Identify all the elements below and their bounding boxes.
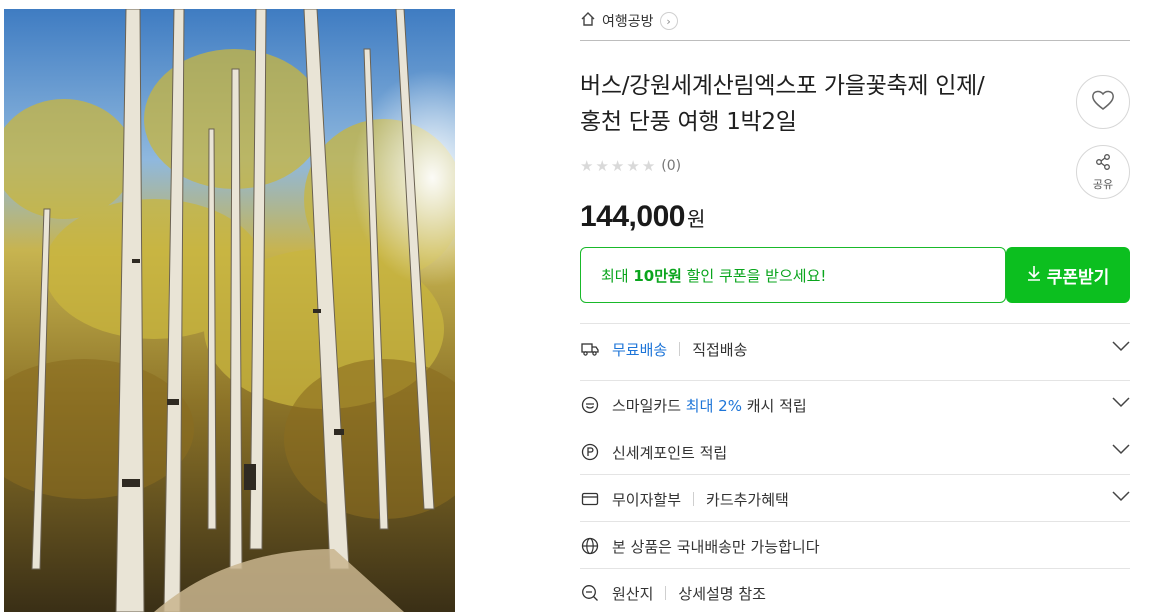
home-icon (580, 11, 596, 31)
globe-icon (580, 536, 600, 556)
price-value: 144,000 (580, 200, 685, 233)
download-icon (1027, 265, 1041, 286)
divider (580, 40, 1130, 41)
product-image[interactable] (4, 9, 455, 612)
share-button[interactable]: 공유 (1076, 145, 1130, 199)
divider (580, 380, 1130, 381)
star-icon: ★ (626, 156, 640, 175)
product-info-panel: 여행공방 › 버스/강원세계산림엑스포 가을꽃축제 인제/ 홍천 단풍 여행 1… (580, 0, 1130, 612)
price-unit: 원 (686, 207, 706, 231)
divider (580, 323, 1130, 324)
chevron-down-icon[interactable] (1112, 338, 1130, 356)
smilecard-row[interactable]: 스마일카드 최대 2% 캐시 적립 (580, 382, 1130, 428)
breadcrumb-label[interactable]: 여행공방 (602, 11, 654, 31)
rating[interactable]: ★ ★ ★ ★ ★ (0) (580, 156, 681, 176)
truck-icon (580, 339, 600, 359)
share-icon (1094, 153, 1112, 175)
like-button[interactable] (1076, 75, 1130, 129)
installment-row[interactable]: 무이자할부 카드추가혜택 (580, 476, 1130, 522)
star-icon: ★ (610, 156, 625, 175)
coupon-banner: 최대 10만원 할인 쿠폰을 받으세요! (580, 247, 1006, 303)
divider (580, 474, 1130, 475)
divider (580, 521, 1130, 522)
chevron-right-icon[interactable]: › (659, 12, 678, 30)
free-shipping-label: 무료배송 (612, 340, 668, 359)
review-count: (0) (661, 158, 682, 174)
direct-shipping-label: 직접배송 (692, 340, 748, 359)
card-icon (580, 489, 600, 509)
shipping-row[interactable]: 무료배송 직접배송 (580, 326, 1130, 372)
domestic-row: 본 상품은 국내배송만 가능합니다 (580, 523, 1130, 569)
smile-card-icon (580, 395, 600, 415)
search-icon (580, 583, 600, 603)
chevron-down-icon[interactable] (1112, 441, 1130, 459)
breadcrumb[interactable]: 여행공방 › (580, 10, 678, 32)
price: 144,000 원 (580, 200, 705, 234)
forest-photo (4, 9, 455, 612)
divider (580, 568, 1130, 569)
divider (679, 342, 681, 356)
get-coupon-button[interactable]: 쿠폰받기 (1006, 247, 1130, 303)
chevron-down-icon[interactable] (1112, 394, 1130, 412)
divider (665, 586, 667, 600)
star-icon: ★ (580, 156, 594, 175)
star-icon: ★ (595, 156, 609, 175)
star-icon: ★ (641, 156, 656, 175)
point-icon (580, 442, 600, 462)
divider (693, 492, 695, 506)
product-title: 버스/강원세계산림엑스포 가을꽃축제 인제/ 홍천 단풍 여행 1박2일 (580, 73, 985, 135)
chevron-down-icon[interactable] (1112, 488, 1130, 506)
point-row[interactable]: 신세계포인트 적립 (580, 429, 1130, 475)
heart-icon (1091, 89, 1115, 115)
origin-row: 원산지 상세설명 참조 (580, 570, 1130, 612)
share-label: 공유 (1092, 177, 1114, 191)
